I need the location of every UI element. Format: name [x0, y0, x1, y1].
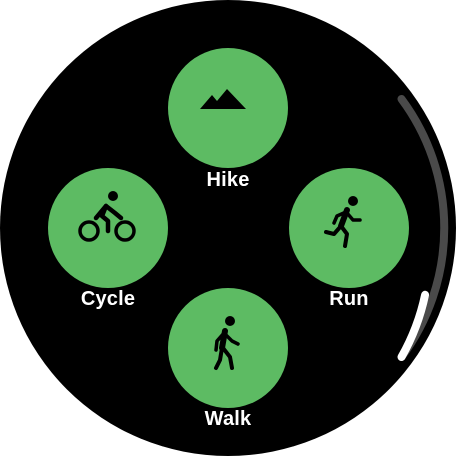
cycle-label: Cycle: [80, 288, 136, 310]
hike-label: Hike: [206, 169, 250, 191]
bicycle-icon: [48, 168, 168, 288]
running-person-icon: [289, 168, 409, 288]
hike-button[interactable]: [168, 48, 288, 168]
run-label: Run: [329, 288, 369, 310]
walking-person-icon: [168, 288, 288, 408]
mountain-icon: [168, 48, 288, 168]
watch-screen: Hike Cycle Run Walk: [0, 0, 456, 456]
run-button[interactable]: [289, 168, 409, 288]
cycle-button[interactable]: [48, 168, 168, 288]
walk-button[interactable]: [168, 288, 288, 408]
walk-label: Walk: [204, 408, 252, 430]
